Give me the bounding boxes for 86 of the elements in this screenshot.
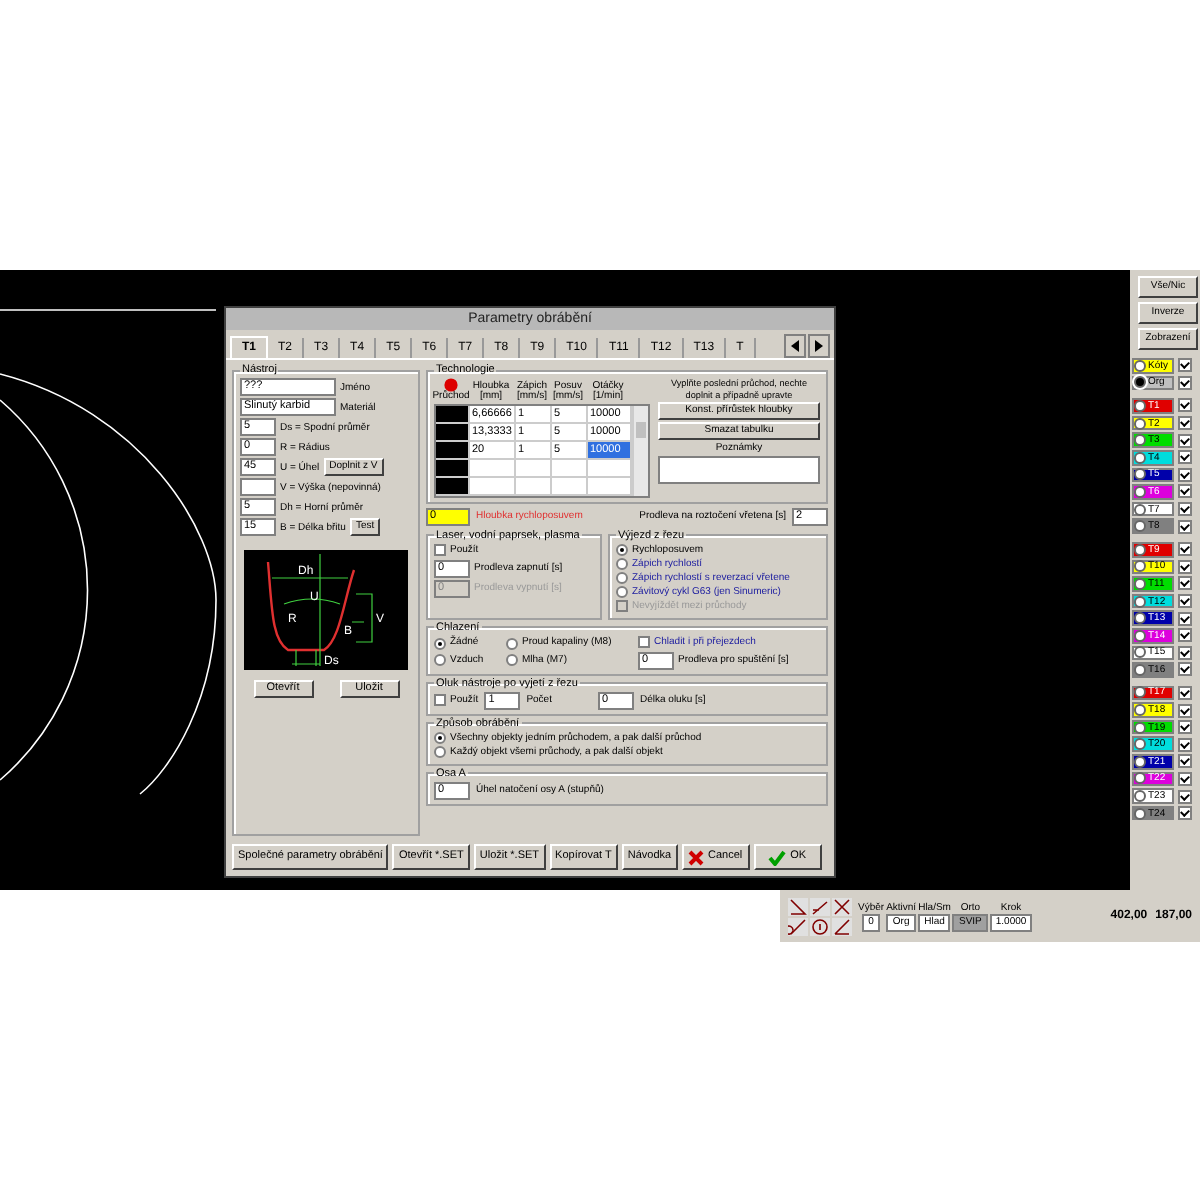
radio-button[interactable] <box>434 746 446 758</box>
checkbox[interactable] <box>1178 484 1192 499</box>
table-cell[interactable] <box>552 477 588 495</box>
table-cell[interactable] <box>516 459 552 477</box>
radio-button[interactable] <box>616 544 628 556</box>
checkbox[interactable] <box>1178 467 1192 482</box>
checkbox[interactable] <box>1178 789 1192 804</box>
checkbox[interactable] <box>1178 559 1192 574</box>
radio-button[interactable] <box>616 572 628 584</box>
radio-button[interactable] <box>616 558 628 570</box>
checkbox[interactable] <box>1178 685 1192 700</box>
radio-button[interactable] <box>1134 359 1146 372</box>
checkbox[interactable] <box>434 694 446 706</box>
pass-cell <box>436 405 470 423</box>
checkbox[interactable] <box>1178 771 1192 786</box>
checkbox[interactable] <box>1178 502 1192 517</box>
radio-button[interactable] <box>506 654 518 667</box>
radio-button[interactable] <box>506 637 518 650</box>
checkbox[interactable] <box>1178 720 1192 735</box>
radio-button[interactable] <box>1134 560 1146 573</box>
checkbox[interactable] <box>1178 806 1192 821</box>
checkbox[interactable] <box>1178 542 1192 557</box>
radio-button[interactable] <box>1134 721 1146 734</box>
radio-button[interactable] <box>1134 790 1146 803</box>
table-cell[interactable] <box>516 477 552 495</box>
radio-button[interactable] <box>1134 503 1146 516</box>
checkbox[interactable] <box>434 544 446 556</box>
radio-button[interactable] <box>1134 468 1146 481</box>
checkbox[interactable] <box>638 636 650 648</box>
radio-button[interactable] <box>1134 612 1146 625</box>
checkbox[interactable] <box>1178 662 1192 677</box>
radio-button[interactable] <box>1134 629 1146 642</box>
slash-icon[interactable] <box>810 897 830 915</box>
radio-button[interactable] <box>1134 451 1146 464</box>
checkbox[interactable] <box>1178 737 1192 752</box>
radio-button[interactable] <box>1134 376 1146 389</box>
radio-button[interactable] <box>1134 417 1146 430</box>
angle-icon[interactable] <box>788 897 808 915</box>
text-field[interactable] <box>240 478 276 496</box>
arrow-right-icon[interactable] <box>808 334 830 358</box>
checkbox[interactable] <box>1178 450 1192 465</box>
checkbox[interactable] <box>1178 703 1192 718</box>
radio-button[interactable] <box>1134 434 1146 447</box>
dot-icon <box>444 378 458 392</box>
radio-button[interactable] <box>434 637 446 650</box>
check-icon <box>768 849 787 865</box>
radio-button[interactable] <box>434 654 446 667</box>
radio-button[interactable] <box>1134 595 1146 608</box>
target-icon[interactable] <box>810 917 830 935</box>
checkbox[interactable] <box>1178 645 1192 660</box>
radio-button[interactable] <box>1134 738 1146 751</box>
table-cell[interactable] <box>470 459 516 477</box>
cross-icon <box>688 849 705 865</box>
checkbox[interactable] <box>1178 398 1192 413</box>
cross-icon[interactable] <box>832 897 852 915</box>
radio-button[interactable] <box>1134 520 1146 533</box>
radio-button[interactable] <box>1134 399 1146 412</box>
checkbox[interactable] <box>1178 754 1192 769</box>
scrollbar[interactable] <box>632 405 648 495</box>
radio-button[interactable] <box>434 732 446 744</box>
radio-button[interactable] <box>1134 485 1146 498</box>
radio-button[interactable] <box>1134 543 1146 556</box>
checkbox[interactable] <box>1178 416 1192 431</box>
checkbox[interactable] <box>1178 358 1192 373</box>
table-cell[interactable] <box>470 477 516 495</box>
checkbox[interactable] <box>1178 576 1192 591</box>
radio-button[interactable] <box>1134 704 1146 717</box>
radio-button[interactable] <box>616 586 628 598</box>
table-cell[interactable] <box>552 459 588 477</box>
radio-button[interactable] <box>1134 686 1146 699</box>
radio-button[interactable] <box>1134 807 1146 820</box>
diagonal-icon[interactable] <box>832 917 852 935</box>
checkbox[interactable] <box>1178 375 1192 390</box>
circle-line-icon[interactable] <box>788 917 808 935</box>
checkbox[interactable] <box>1178 594 1192 609</box>
radio-button[interactable] <box>1134 663 1146 676</box>
radio-button[interactable] <box>1134 772 1146 785</box>
notes-field[interactable] <box>658 456 820 484</box>
radio-button[interactable] <box>1134 577 1146 590</box>
checkbox[interactable] <box>1178 611 1192 626</box>
checkbox[interactable] <box>1178 433 1192 448</box>
radio-button[interactable] <box>1134 755 1146 768</box>
radio-button[interactable] <box>1134 646 1146 659</box>
checkbox[interactable] <box>1178 519 1192 534</box>
checkbox[interactable] <box>1178 628 1192 643</box>
arrow-left-icon[interactable] <box>784 334 806 358</box>
